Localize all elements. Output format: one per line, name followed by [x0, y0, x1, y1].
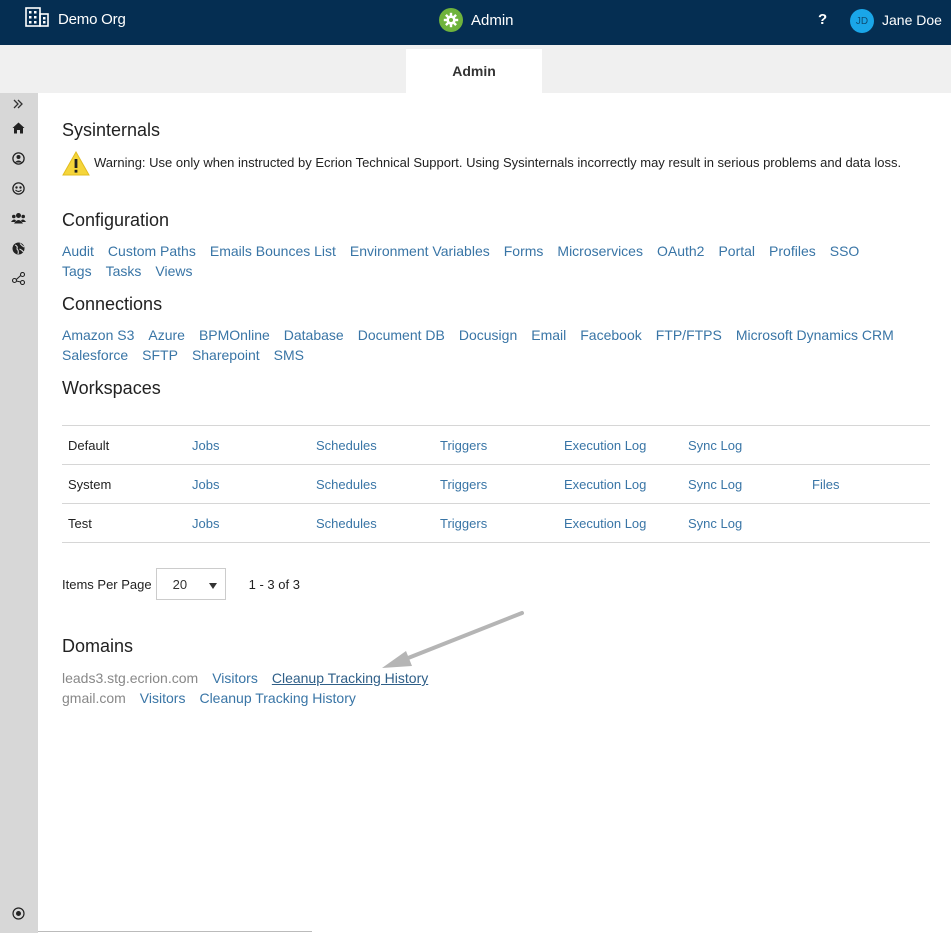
link-email[interactable]: Email	[531, 327, 566, 343]
connections-title: Connections	[62, 294, 163, 314]
sidebar	[0, 93, 38, 933]
settings-dot-icon[interactable]	[10, 905, 26, 921]
link-database[interactable]: Database	[284, 327, 344, 343]
link-sms[interactable]: SMS	[274, 347, 304, 363]
org-switcher[interactable]: Demo Org	[25, 7, 126, 32]
user-name[interactable]: Jane Doe	[882, 12, 942, 28]
link-docusign[interactable]: Docusign	[459, 327, 517, 343]
execution-log-link[interactable]: Execution Log	[558, 464, 682, 504]
table-row: Default Jobs Schedules Triggers Executio…	[62, 425, 930, 465]
configuration-links: Audit Custom Paths Emails Bounces List Envi…	[62, 241, 932, 281]
link-tasks[interactable]: Tasks	[106, 263, 142, 279]
app-name: Admin	[471, 11, 514, 29]
link-sharepoint[interactable]: Sharepoint	[192, 347, 260, 363]
help-button[interactable]: ?	[818, 11, 827, 28]
jobs-link[interactable]: Jobs	[186, 503, 310, 543]
link-bpmonline[interactable]: BPMOnline	[199, 327, 270, 343]
link-views[interactable]: Views	[155, 263, 192, 279]
link-document-db[interactable]: Document DB	[358, 327, 445, 343]
link-audit[interactable]: Audit	[62, 243, 94, 259]
link-microsoft-dynamics-crm[interactable]: Microsoft Dynamics CRM	[736, 327, 894, 343]
tab-admin[interactable]: Admin	[406, 49, 542, 93]
schedules-link[interactable]: Schedules	[310, 425, 434, 465]
workspaces-table: Default Jobs Schedules Triggers Executio…	[62, 425, 930, 543]
cleanup-tracking-history-link[interactable]: Cleanup Tracking History	[199, 690, 355, 706]
link-oauth2[interactable]: OAuth2	[657, 243, 704, 259]
warning-text: Warning: Use only when instructed by Ecr…	[94, 155, 902, 170]
footer-divider	[38, 931, 312, 932]
schedules-link[interactable]: Schedules	[310, 464, 434, 504]
files-link[interactable]	[806, 425, 930, 465]
items-per-page-label: Items Per Page	[62, 576, 152, 592]
jobs-link[interactable]: Jobs	[186, 464, 310, 504]
link-forms[interactable]: Forms	[504, 243, 544, 259]
avatar[interactable]: JD	[850, 9, 874, 33]
link-environment-variables[interactable]: Environment Variables	[350, 243, 490, 259]
tab-bar: Admin	[0, 45, 951, 93]
warning-message: Warning: Use only when instructed by Ecr…	[62, 150, 922, 176]
domain-name: gmail.com	[62, 690, 126, 706]
link-facebook[interactable]: Facebook	[580, 327, 641, 343]
link-profiles[interactable]: Profiles	[769, 243, 816, 259]
workspace-name: Test	[62, 503, 186, 543]
link-portal[interactable]: Portal	[718, 243, 755, 259]
domain-row: gmail.com Visitors Cleanup Tracking Histor…	[62, 688, 370, 708]
caret-down-icon	[208, 577, 217, 592]
annotation-arrow-icon	[380, 610, 525, 675]
execution-log-link[interactable]: Execution Log	[558, 503, 682, 543]
configuration-title: Configuration	[62, 210, 170, 230]
link-sso[interactable]: SSO	[830, 243, 860, 259]
sync-log-link[interactable]: Sync Log	[682, 503, 806, 543]
sync-log-link[interactable]: Sync Log	[682, 425, 806, 465]
app-switcher[interactable]: Admin	[439, 8, 514, 32]
triggers-link[interactable]: Triggers	[434, 425, 558, 465]
visitors-link[interactable]: Visitors	[212, 670, 258, 686]
link-custom-paths[interactable]: Custom Paths	[108, 243, 196, 259]
visitors-link[interactable]: Visitors	[140, 690, 186, 706]
triggers-link[interactable]: Triggers	[434, 464, 558, 504]
domain-name: leads3.stg.ecrion.com	[62, 670, 199, 686]
domains-title: Domains	[62, 636, 134, 656]
link-amazon-s3[interactable]: Amazon S3	[62, 327, 134, 343]
globe-icon[interactable]	[10, 240, 26, 256]
link-sftp[interactable]: SFTP	[142, 347, 178, 363]
pagination: Items Per Page 20 1 - 3 of 3	[62, 568, 300, 600]
link-ftp-ftps[interactable]: FTP/FTPS	[656, 327, 722, 343]
users-icon[interactable]	[10, 210, 26, 226]
files-link[interactable]	[806, 503, 930, 543]
warning-icon	[62, 150, 90, 184]
building-icon	[25, 7, 49, 32]
user-icon[interactable]	[10, 150, 26, 166]
workspace-name: Default	[62, 425, 186, 465]
execution-log-link[interactable]: Execution Log	[558, 425, 682, 465]
link-tags[interactable]: Tags	[62, 263, 92, 279]
support-icon[interactable]	[10, 180, 26, 196]
gear-icon	[439, 8, 463, 32]
triggers-link[interactable]: Triggers	[434, 503, 558, 543]
items-per-page-value: 20	[172, 576, 188, 592]
table-row: Test Jobs Schedules Triggers Execution L…	[62, 503, 930, 543]
page-range: 1 - 3 of 3	[248, 576, 300, 592]
workspace-name: System	[62, 464, 186, 504]
org-name: Demo Org	[58, 11, 126, 28]
sysinternals-title: Sysinternals	[62, 120, 161, 140]
files-link[interactable]: Files	[806, 464, 930, 504]
top-bar: Demo Org Admin ? JD Jane Doe	[0, 0, 951, 45]
items-per-page-select[interactable]: 20	[155, 568, 226, 600]
share-icon[interactable]	[10, 270, 26, 286]
link-microservices[interactable]: Microservices	[557, 243, 643, 259]
expand-icon[interactable]	[10, 96, 26, 112]
table-row: System Jobs Schedules Triggers Execution…	[62, 464, 930, 504]
link-salesforce[interactable]: Salesforce	[62, 347, 128, 363]
workspaces-title: Workspaces	[62, 378, 161, 398]
schedules-link[interactable]: Schedules	[310, 503, 434, 543]
home-icon[interactable]	[10, 120, 26, 136]
connections-links: Amazon S3 Azure BPMOnline Database Document …	[62, 325, 932, 365]
link-emails-bounces-list[interactable]: Emails Bounces List	[210, 243, 336, 259]
jobs-link[interactable]: Jobs	[186, 425, 310, 465]
sync-log-link[interactable]: Sync Log	[682, 464, 806, 504]
link-azure[interactable]: Azure	[148, 327, 185, 343]
